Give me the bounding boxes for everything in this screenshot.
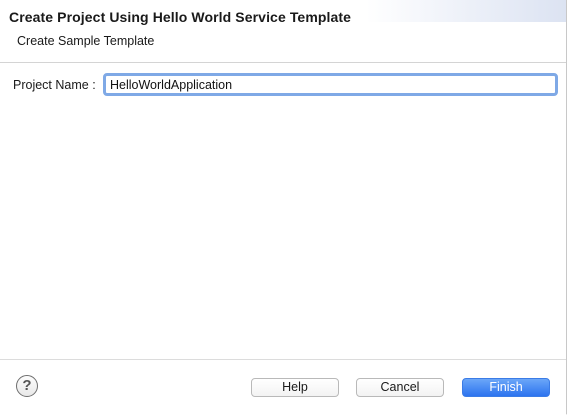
wizard-title: Create Project Using Hello World Service… xyxy=(9,9,352,25)
help-button[interactable]: Help xyxy=(251,378,339,397)
finish-button[interactable]: Finish xyxy=(462,378,550,397)
header-decoration xyxy=(366,0,566,22)
project-name-label: Project Name : xyxy=(13,78,96,92)
cancel-button[interactable]: Cancel xyxy=(356,378,444,397)
wizard-body: Project Name : xyxy=(0,63,566,359)
wizard-footer: ? Help Cancel Finish xyxy=(0,359,566,415)
project-name-input[interactable] xyxy=(103,73,558,96)
wizard-subtitle: Create Sample Template xyxy=(17,34,155,48)
wizard-header: Create Project Using Hello World Service… xyxy=(0,0,566,63)
wizard-dialog: Create Project Using Hello World Service… xyxy=(0,0,567,415)
question-mark-icon[interactable]: ? xyxy=(16,375,38,397)
